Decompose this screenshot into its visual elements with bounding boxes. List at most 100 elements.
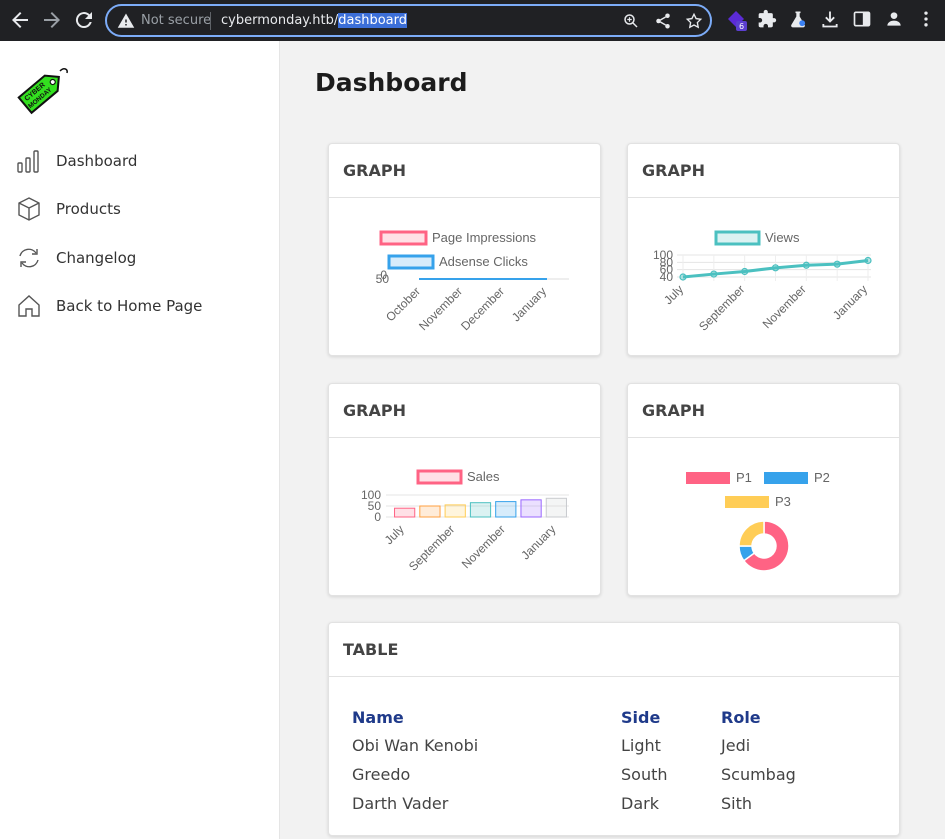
sales-bar-chart: Sales100500July September November January xyxy=(361,469,569,574)
menu-icon[interactable] xyxy=(916,9,936,29)
characters-table: Name Side Role Obi Wan Kenobi Light Jedi… xyxy=(352,703,871,818)
share-icon[interactable] xyxy=(654,12,672,30)
impressions-xtick-label: December xyxy=(458,284,507,333)
views-xtick-label: November xyxy=(760,282,809,331)
sales-bar xyxy=(520,499,542,518)
side-panel-icon[interactable] xyxy=(852,9,872,29)
graph-card-sales: GRAPH Sales 100 50 0 July September November Ja… xyxy=(328,383,601,596)
cell-role: Jedi xyxy=(721,736,751,755)
sales-bar xyxy=(469,502,492,518)
legend-views-swatch xyxy=(714,230,761,246)
sales-xtick-label: September xyxy=(406,522,457,573)
warning-icon[interactable] xyxy=(117,12,135,34)
legend-adsense-clicks-swatch xyxy=(387,254,435,270)
back-arrow-icon[interactable] xyxy=(8,8,32,32)
graph-card-impressions: GRAPH Page Impressions Adsense Clicks 50 0 O… xyxy=(328,143,601,356)
sidebar-item-changelog[interactable]: Changelog xyxy=(16,243,136,273)
card-header: GRAPH xyxy=(329,144,600,198)
table-card: TABLE Name Side Role Obi Wan Kenobi Ligh… xyxy=(328,622,900,836)
sidebar-item-label: Products xyxy=(56,200,121,218)
reload-icon[interactable] xyxy=(72,8,96,32)
table-header-row: Name Side Role xyxy=(352,703,871,731)
table-row: Obi Wan Kenobi Light Jedi xyxy=(352,731,871,760)
sidebar-item-label: Back to Home Page xyxy=(56,297,203,315)
views-line-chart: Views100806040July September November Janua… xyxy=(653,230,872,334)
sales-xtick-label: November xyxy=(459,522,508,571)
sales-bar xyxy=(444,504,466,518)
legend-adsense-clicks-label: Adsense Clicks xyxy=(439,254,528,269)
impressions-xtick-label: November xyxy=(416,284,465,333)
url-text[interactable]: cybermonday.htb/dashboard xyxy=(221,12,408,29)
sidebar-item-label: Dashboard xyxy=(56,152,138,170)
doughnut-chart: P1 P2 P3 xyxy=(686,470,830,572)
download-icon[interactable] xyxy=(820,9,840,29)
security-label[interactable]: Not secure xyxy=(141,12,211,29)
puzzle-icon[interactable] xyxy=(757,9,777,29)
doughnut-slice-p3 xyxy=(738,520,765,547)
views-xtick-label: January xyxy=(830,282,870,322)
graph-card-views: GRAPH Views 100 80 60 40 July September Novembe… xyxy=(627,143,900,356)
bar-chart-icon xyxy=(17,150,39,173)
ytick-label: 40 xyxy=(660,270,674,284)
legend-p3-swatch xyxy=(725,496,769,508)
profile-icon[interactable] xyxy=(884,9,904,29)
star-icon[interactable] xyxy=(685,12,703,30)
data-point xyxy=(771,264,780,272)
sales-bar xyxy=(394,507,416,518)
data-point xyxy=(802,261,810,269)
cell-role: Sith xyxy=(721,794,753,813)
legend-p1-swatch xyxy=(686,472,730,484)
cyber-monday-logo[interactable]: CYBER MONDAY xyxy=(14,63,70,119)
cell-role: Scumbag xyxy=(721,765,796,784)
graph-card-doughnut: GRAPH P1 P2 P3 xyxy=(627,383,900,596)
card-header: GRAPH xyxy=(628,144,899,198)
sidebar-item-dashboard[interactable]: Dashboard xyxy=(16,146,137,176)
cell-side: South xyxy=(621,765,668,784)
sidebar-item-label: Changelog xyxy=(56,249,137,267)
impressions-xtick-label: January xyxy=(509,284,549,324)
cell-name: Darth Vader xyxy=(352,794,449,813)
data-point xyxy=(679,273,687,281)
card-header: GRAPH xyxy=(628,384,899,438)
data-point xyxy=(864,256,872,265)
card-header: TABLE xyxy=(329,623,899,677)
extension-icon[interactable]: 6 xyxy=(726,9,747,31)
home-icon xyxy=(18,295,40,317)
sidebar-item-products[interactable]: Products xyxy=(16,194,121,224)
sales-xtick-label: January xyxy=(518,522,558,562)
forward-arrow-icon[interactable] xyxy=(40,8,64,32)
column-header-side: Side xyxy=(621,707,661,727)
sidebar-item-back-to-home-page[interactable]: Back to Home Page xyxy=(16,291,202,321)
sales-bar xyxy=(545,497,567,518)
divider xyxy=(210,12,211,30)
legend-p1-label: P1 xyxy=(736,470,752,485)
views-xtick-label: September xyxy=(696,282,747,333)
zoom-icon[interactable] xyxy=(622,12,640,30)
address-bar[interactable]: Not secure cybermonday.htb/dashboard xyxy=(105,4,712,37)
legend-sales-swatch xyxy=(416,469,463,485)
views-xtick-label: July xyxy=(661,282,686,307)
data-point xyxy=(833,260,841,268)
data-point xyxy=(741,267,749,276)
legend-page-impressions-swatch xyxy=(379,230,428,246)
legend-sales-label: Sales xyxy=(467,469,500,484)
column-header-role: Role xyxy=(721,707,761,727)
browser-toolbar: Not secure cybermonday.htb/dashboard 6 xyxy=(0,0,945,41)
table-row: Greedo South Scumbag xyxy=(352,760,871,789)
sales-bar xyxy=(495,501,517,518)
cell-side: Light xyxy=(621,736,661,755)
sales-xtick-label: July xyxy=(382,522,407,547)
refresh-icon xyxy=(19,248,39,268)
ytick-label: 0 xyxy=(380,268,387,282)
sidebar: CYBER MONDAY Dashboard Products Changelo… xyxy=(0,41,280,839)
ytick-label: 0 xyxy=(374,510,381,524)
flask-icon[interactable] xyxy=(788,9,808,29)
table-row: Darth Vader Dark Sith xyxy=(352,789,871,818)
data-point xyxy=(710,270,718,278)
legend-p2-swatch xyxy=(764,472,808,484)
svg-text:6: 6 xyxy=(739,22,744,31)
cell-name: Greedo xyxy=(352,765,411,784)
page-title: Dashboard xyxy=(315,68,468,97)
card-header: GRAPH xyxy=(329,384,600,438)
impressions-clicks-chart: Page ImpressionsAdsense Clicks500October… xyxy=(376,230,569,333)
